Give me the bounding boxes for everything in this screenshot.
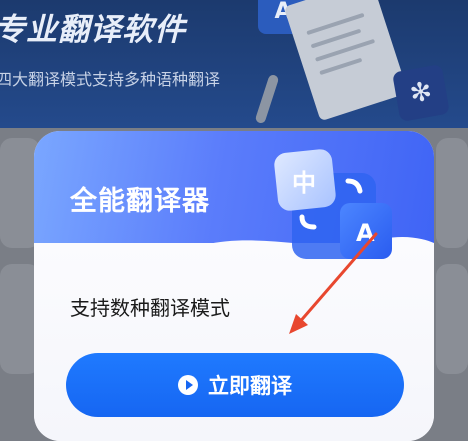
dialog-title: 全能翻译器 bbox=[70, 186, 210, 217]
background-subtitle: 四大翻译模式支持多种语种翻译 bbox=[0, 70, 221, 89]
dialog-description: 支持数种翻译模式 bbox=[70, 296, 230, 320]
translator-promo-dialog: 中 A 全能翻译器 支持数种翻译模式 立即翻译 bbox=[34, 131, 434, 441]
translate-now-label: 立即翻译 bbox=[208, 374, 292, 398]
translation-illustration: 中 A bbox=[274, 149, 392, 259]
translate-tile-icon: ✻ bbox=[392, 64, 450, 122]
document-illustration bbox=[283, 0, 409, 122]
play-icon bbox=[178, 375, 198, 395]
background-title: 专业翻译软件 bbox=[0, 12, 186, 48]
chinese-char-icon: 中 bbox=[292, 169, 316, 197]
background-card-right bbox=[436, 138, 468, 248]
letter-a-icon: A bbox=[356, 219, 375, 247]
pen-illustration bbox=[254, 73, 280, 125]
background-header: 专业翻译软件 四大翻译模式支持多种语种翻译 A ✻ bbox=[0, 0, 468, 128]
background-card-right-2 bbox=[436, 264, 468, 374]
translate-now-button[interactable]: 立即翻译 bbox=[66, 353, 404, 417]
